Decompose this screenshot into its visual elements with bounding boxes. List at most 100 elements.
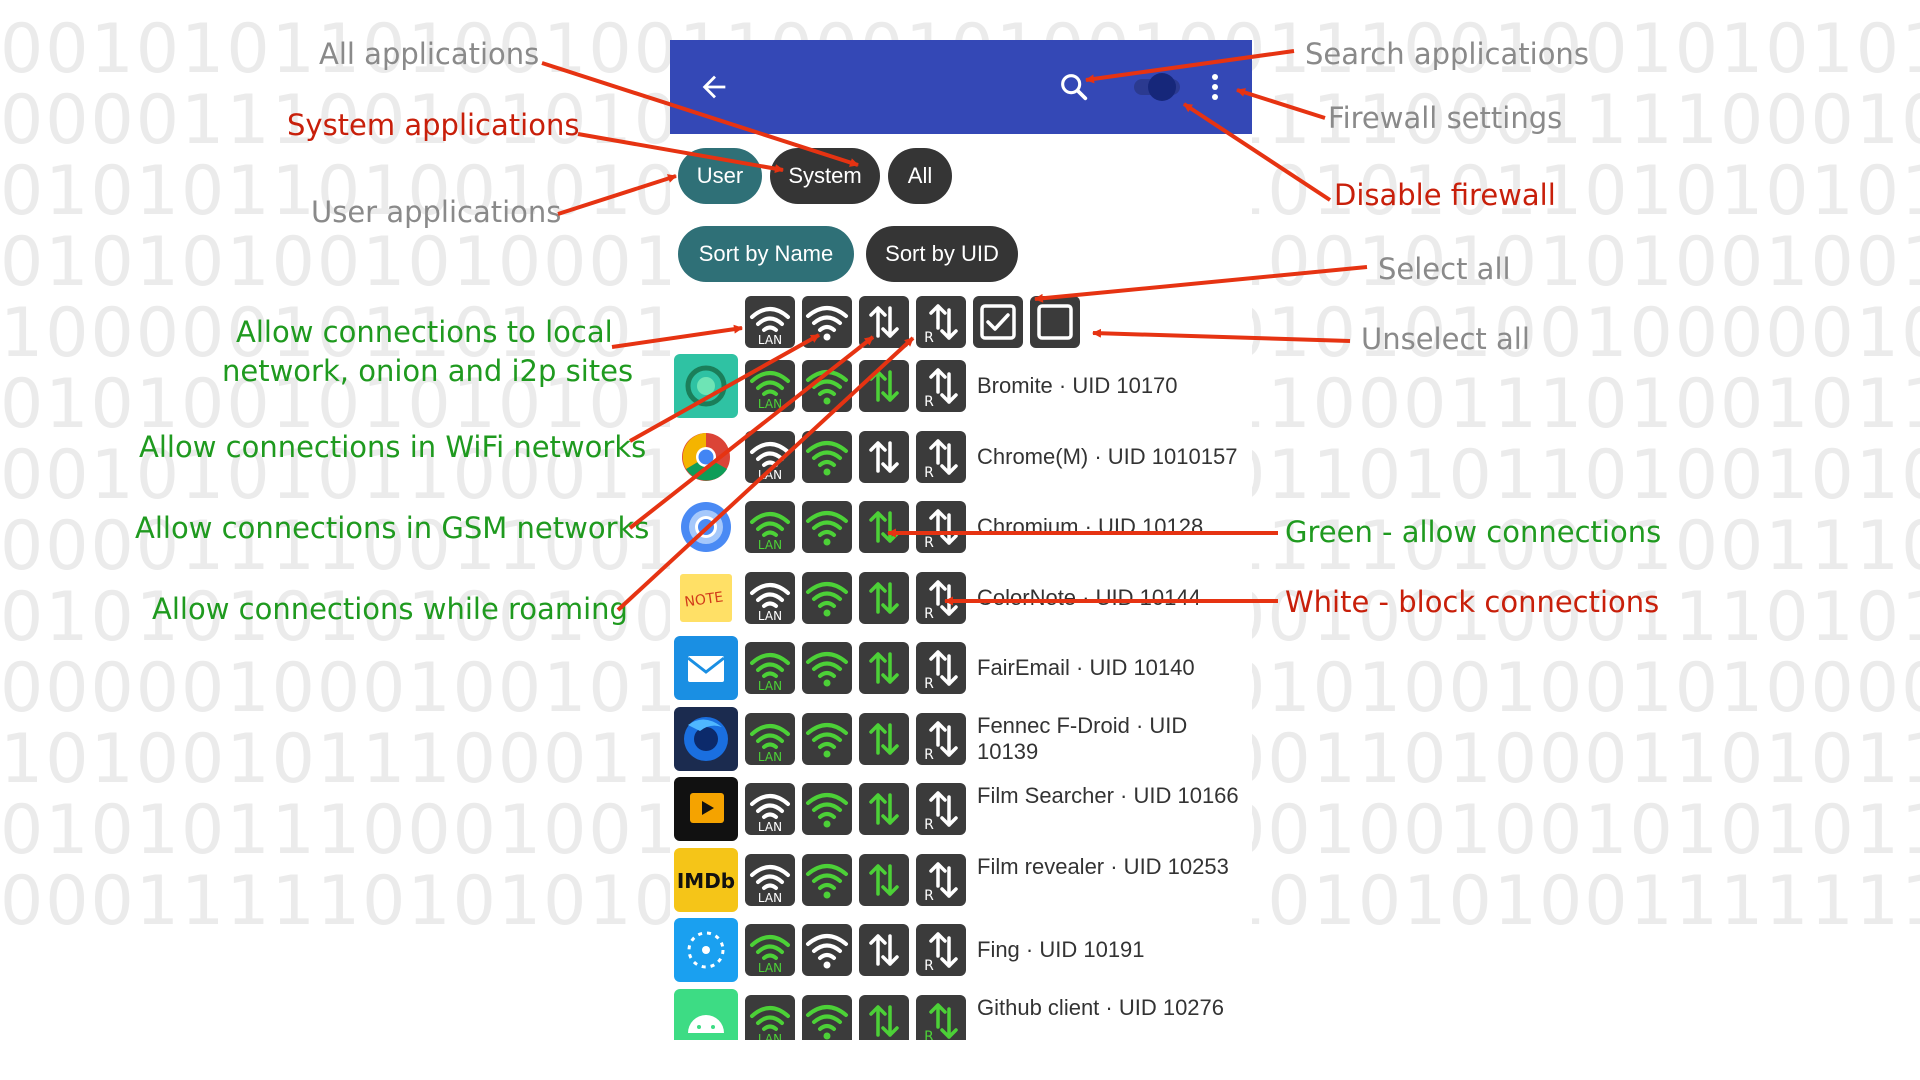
filter-all-chip[interactable]: All (888, 148, 952, 204)
annotation-green-allow: Green - allow connections (1285, 515, 1662, 549)
app-gsm-toggle[interactable] (859, 501, 909, 553)
app-gsm-toggle[interactable] (859, 924, 909, 976)
app-gsm-toggle[interactable] (859, 713, 909, 765)
svg-text:R: R (924, 676, 934, 692)
unselect-all-button[interactable] (1030, 296, 1080, 348)
app-name-label: Film revealer · UID 10253 (977, 854, 1229, 879)
annotation-allow-wifi: Allow connections in WiFi networks (139, 430, 647, 464)
app-roaming-toggle[interactable]: R (916, 783, 966, 835)
annotation-allow-roaming: Allow connections while roaming (152, 592, 628, 626)
app-gsm-toggle[interactable] (859, 783, 909, 835)
search-icon (1061, 74, 1088, 101)
app-wifi-toggle[interactable] (802, 501, 852, 553)
app-wifi-toggle[interactable] (802, 783, 852, 835)
lan-wifi-icon: LAN (750, 794, 790, 834)
app-roaming-toggle[interactable]: R (916, 572, 966, 624)
svg-text:LAN: LAN (758, 468, 782, 482)
search-button[interactable] (1054, 67, 1094, 107)
app-roaming-toggle[interactable]: R (916, 642, 966, 694)
app-roaming-toggle[interactable]: R (916, 713, 966, 765)
annotation-allow-local-line2: network, onion and i2p sites (222, 354, 634, 388)
roaming-data-icon: R (924, 304, 958, 346)
app-wifi-toggle[interactable] (802, 995, 852, 1040)
svg-text:R: R (924, 394, 934, 410)
app-wifi-toggle[interactable] (802, 431, 852, 483)
annotation-disable-firewall: Disable firewall (1334, 178, 1556, 212)
toggle-all-wifi-button[interactable] (802, 296, 852, 348)
sort-by-name-chip[interactable]: Sort by Name (678, 226, 854, 282)
lan-label: LAN (758, 333, 782, 347)
annotation-system-applications: System applications (287, 108, 580, 142)
app-lan-toggle[interactable]: LAN (745, 501, 795, 553)
app-roaming-toggle[interactable]: R (916, 854, 966, 906)
app-name-label: Chromium · UID 10128 (977, 514, 1204, 539)
app-gsm-toggle[interactable] (859, 995, 909, 1040)
app-roaming-toggle[interactable]: R (916, 924, 966, 976)
lan-wifi-icon: LAN (750, 935, 790, 975)
annotation-search-applications: Search applications (1305, 37, 1589, 71)
svg-text:R: R (924, 535, 934, 551)
toggle-all-lan-button[interactable]: LAN (745, 296, 795, 348)
app-roaming-toggle[interactable]: R (916, 360, 966, 412)
app-lan-toggle[interactable]: LAN (745, 995, 795, 1040)
fing-icon (674, 918, 738, 982)
annotation-select-all: Select all (1378, 252, 1511, 286)
app-wifi-toggle[interactable] (802, 854, 852, 906)
app-name-label: Github client · UID 10276 (977, 995, 1225, 1020)
svg-text:R: R (924, 465, 934, 481)
menu-button[interactable] (1200, 67, 1230, 107)
app-lan-toggle[interactable]: LAN (745, 360, 795, 412)
sort-by-uid-chip[interactable]: Sort by UID (866, 226, 1018, 282)
lan-wifi-icon: LAN (750, 653, 790, 693)
app-wifi-toggle[interactable] (802, 360, 852, 412)
app-screen: User System All Sort by Name Sort by UID… (670, 40, 1252, 1040)
svg-text:R: R (924, 817, 934, 833)
app-lan-toggle[interactable]: LAN (745, 783, 795, 835)
lan-wifi-icon: LAN (750, 442, 790, 482)
app-name-label: Bromite · UID 10170 (977, 373, 1178, 398)
roaming-data-icon: R (924, 721, 958, 763)
select-all-button[interactable] (973, 296, 1023, 348)
svg-text:LAN: LAN (758, 820, 782, 834)
annotation-user-applications: User applications (311, 195, 562, 229)
app-lan-toggle[interactable]: LAN (745, 713, 795, 765)
app-lan-toggle[interactable]: LAN (745, 924, 795, 976)
wifi-icon (806, 793, 848, 828)
back-button[interactable] (694, 67, 734, 107)
app-wifi-toggle[interactable] (802, 713, 852, 765)
app-wifi-toggle[interactable] (802, 924, 852, 976)
app-roaming-toggle[interactable]: R (916, 995, 966, 1040)
app-lan-toggle[interactable]: LAN (745, 854, 795, 906)
app-lan-toggle[interactable]: LAN (745, 642, 795, 694)
svg-text:LAN: LAN (758, 750, 782, 764)
toggle-all-gsm-button[interactable] (859, 296, 909, 348)
android-icon (674, 989, 738, 1040)
app-gsm-toggle[interactable] (859, 854, 909, 906)
roaming-data-icon: R (924, 509, 958, 551)
app-gsm-toggle[interactable] (859, 360, 909, 412)
app-gsm-toggle[interactable] (859, 642, 909, 694)
app-lan-toggle[interactable]: LAN (745, 431, 795, 483)
toggle-all-roaming-button[interactable]: R (916, 296, 966, 348)
checkbox-empty-icon (1037, 304, 1073, 340)
wifi-icon (806, 934, 848, 969)
app-wifi-toggle[interactable] (802, 572, 852, 624)
filter-user-chip[interactable]: User (678, 148, 762, 204)
gsm-data-icon (869, 306, 899, 338)
wifi-icon (806, 441, 848, 476)
app-name-label: Fing · UID 10191 (977, 937, 1145, 962)
roaming-data-icon: R (924, 1003, 958, 1040)
app-roaming-toggle[interactable]: R (916, 431, 966, 483)
svg-text:R: R (924, 747, 934, 763)
app-roaming-toggle[interactable]: R (916, 501, 966, 553)
firewall-toggle[interactable] (1128, 73, 1186, 101)
app-lan-toggle[interactable]: LAN (745, 572, 795, 624)
toggle-knob (1148, 73, 1176, 101)
app-name-label: Fennec F-Droid · UID 10139 (977, 713, 1188, 764)
app-gsm-toggle[interactable] (859, 572, 909, 624)
imdb-icon: IMDb (674, 848, 738, 912)
filter-system-chip[interactable]: System (770, 148, 880, 204)
app-wifi-toggle[interactable] (802, 642, 852, 694)
svg-text:LAN: LAN (758, 961, 782, 975)
app-gsm-toggle[interactable] (859, 431, 909, 483)
